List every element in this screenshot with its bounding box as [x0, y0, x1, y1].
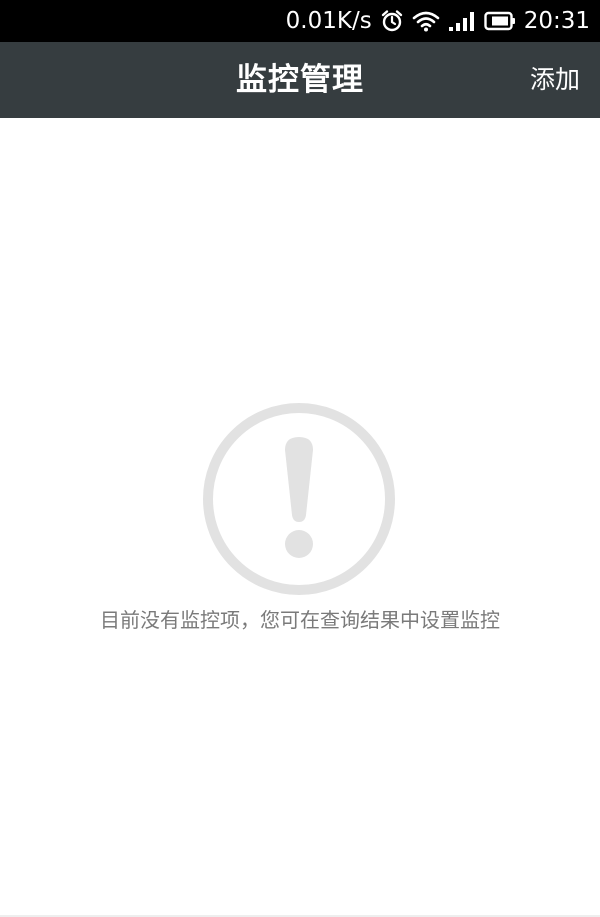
add-button[interactable]: 添加 [530, 42, 580, 118]
battery-icon [484, 11, 516, 31]
exclamation-circle-icon [201, 401, 397, 597]
signal-icon [448, 10, 476, 32]
clock-time: 20:31 [523, 8, 590, 34]
screen: 0.01K/s 20:31 监控管理 添加 目前没有监控项，您可在查询结果中设置… [0, 0, 600, 917]
empty-message: 目前没有监控项，您可在查询结果中设置监控 [100, 608, 500, 632]
network-speed: 0.01K/s [285, 8, 372, 34]
page-title: 监控管理 [236, 62, 364, 98]
status-indicators: 0.01K/s 20:31 [286, 0, 590, 42]
alarm-icon [380, 9, 404, 33]
title-bar: 监控管理 添加 [0, 42, 600, 118]
status-bar: 0.01K/s 20:31 [0, 0, 600, 42]
wifi-icon [412, 10, 440, 32]
